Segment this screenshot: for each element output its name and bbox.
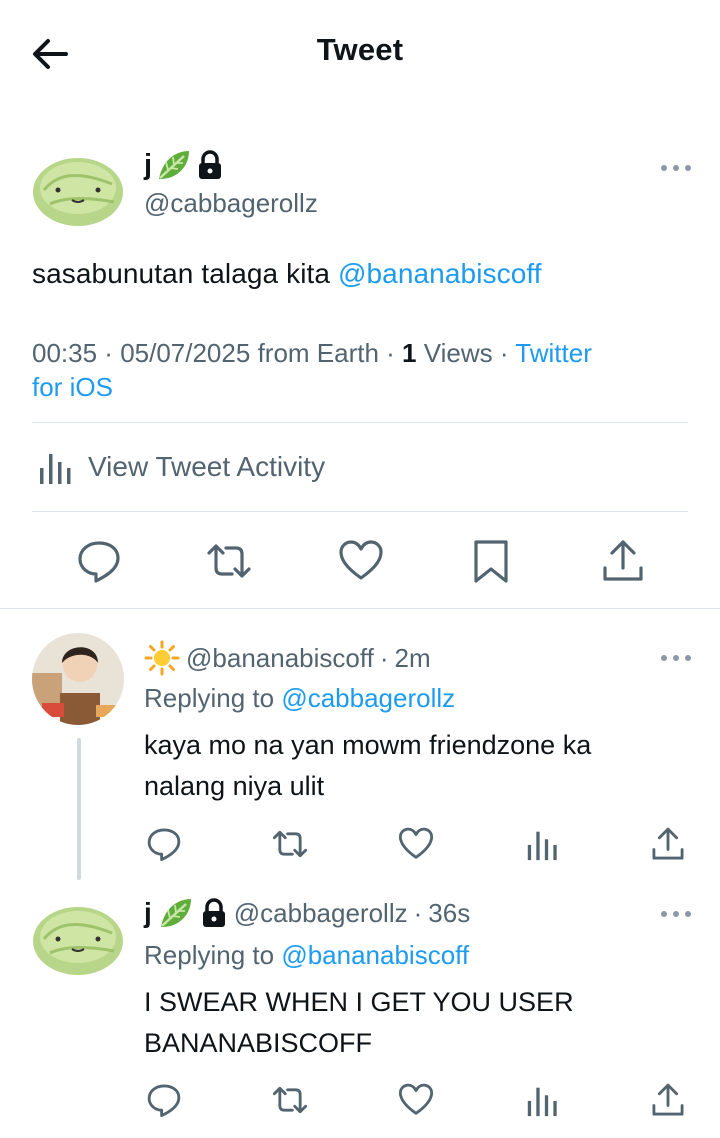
reply-button[interactable] [76, 538, 122, 584]
reply-header: @bananabiscoff · 2m [144, 640, 431, 676]
replying-to-link[interactable]: @bananabiscoff [281, 940, 469, 970]
reply-text-line: BANANABISCOFF [144, 1028, 373, 1058]
bar-chart-icon [40, 454, 71, 484]
retweet-icon [272, 830, 308, 858]
tweet-text: sasabunutan talaga kita @bananabiscoff [32, 258, 542, 290]
bookmark-button[interactable] [468, 538, 514, 584]
reply-text: kaya mo na yan mowm friendzone ka nalang… [144, 725, 684, 807]
reply-icon [78, 541, 120, 583]
more-button[interactable] [658, 652, 694, 664]
retweet-icon [207, 544, 251, 578]
share-action-button[interactable] [650, 1082, 686, 1118]
avatar[interactable] [32, 144, 124, 236]
leaf-emoji-icon [160, 899, 191, 927]
more-button[interactable] [658, 162, 694, 174]
like-icon [339, 540, 383, 580]
reply-text: I SWEAR WHEN I GET YOU USER BANANABISCOF… [144, 982, 684, 1064]
client-link[interactable]: Twitter [515, 338, 592, 368]
more-icon [661, 911, 691, 917]
reply-icon [147, 828, 181, 862]
like-icon [398, 1083, 434, 1115]
cabbage-avatar-icon [33, 158, 123, 226]
retweet-action-button[interactable] [272, 826, 308, 862]
view-activity-button[interactable]: View Tweet Activity [36, 448, 325, 486]
like-action-button[interactable] [398, 1082, 434, 1118]
like-action-button[interactable] [398, 826, 434, 862]
leaf-emoji-icon [159, 151, 190, 179]
more-icon [661, 655, 691, 661]
page-title: Tweet [316, 32, 404, 67]
thread-line [77, 738, 81, 880]
sun-emoji-icon [144, 640, 180, 676]
client-link-cont[interactable]: for iOS [32, 372, 113, 402]
reply-icon [147, 1084, 181, 1118]
replying-label: Replying to [144, 683, 275, 713]
dot-separator: · [379, 642, 389, 673]
tweet-body: sasabunutan talaga kita [32, 258, 331, 289]
views-action-button[interactable] [524, 826, 560, 862]
cabbage-avatar-icon [33, 907, 123, 975]
avatar[interactable] [32, 893, 124, 985]
mention-link[interactable]: @bananabiscoff [338, 258, 542, 289]
replying-label: Replying to [144, 940, 275, 970]
more-button[interactable] [658, 908, 694, 920]
share-icon [603, 540, 643, 581]
reply-handle[interactable]: @cabbagerollz [234, 898, 408, 929]
tweet-time: 00:35 [32, 338, 98, 368]
tweet-date: 05/07/2025 [120, 338, 251, 368]
more-icon [661, 165, 691, 171]
user-photo-avatar-icon [32, 633, 124, 725]
lock-icon [202, 898, 225, 927]
reply-text-line: I SWEAR WHEN I GET YOU USER [144, 987, 574, 1017]
author-name-row[interactable]: j [144, 148, 224, 182]
share-icon [652, 1083, 684, 1116]
tweet-location: from Earth [257, 338, 379, 368]
author-handle[interactable]: @cabbagerollz [144, 188, 318, 219]
dot-separator: · [413, 897, 423, 928]
reply-action-button[interactable] [146, 1082, 182, 1118]
reply-handle[interactable]: @bananabiscoff [186, 643, 374, 674]
share-button[interactable] [600, 538, 646, 584]
replying-to-link[interactable]: @cabbagerollz [281, 683, 455, 713]
divider [32, 422, 688, 423]
replying-to: Replying to @bananabiscoff [144, 940, 469, 971]
replying-to: Replying to @cabbagerollz [144, 683, 455, 714]
reply-action-button[interactable] [146, 826, 182, 862]
like-button[interactable] [338, 538, 384, 584]
retweet-action-button[interactable] [272, 1082, 308, 1118]
reply-header: j @cabbagerollz · 36s [144, 896, 470, 930]
share-action-button[interactable] [650, 826, 686, 862]
share-icon [652, 827, 684, 860]
section-divider [0, 608, 720, 609]
divider [32, 511, 688, 512]
bar-chart-icon [527, 1087, 557, 1117]
display-name: j [144, 148, 153, 181]
reply-time[interactable]: 36s [428, 898, 470, 929]
reply-text-line: kaya mo na yan mowm friendzone ka [144, 730, 592, 760]
bar-chart-icon [527, 831, 557, 861]
views-label: Views [423, 338, 493, 368]
views-count: 1 [402, 338, 417, 368]
reply-time[interactable]: 2m [395, 643, 431, 674]
retweet-icon [272, 1086, 308, 1114]
display-name[interactable]: j [144, 897, 152, 929]
retweet-button[interactable] [206, 538, 252, 584]
activity-label: View Tweet Activity [88, 451, 326, 482]
bookmark-icon [474, 540, 508, 583]
avatar[interactable] [32, 633, 124, 725]
tweet-meta: 00:35 · 05/07/2025 from Earth · 1 Views … [32, 338, 592, 402]
like-icon [398, 827, 434, 859]
reply-text-line: nalang niya ulit [144, 771, 325, 801]
lock-icon [199, 150, 222, 179]
views-action-button[interactable] [524, 1082, 560, 1118]
